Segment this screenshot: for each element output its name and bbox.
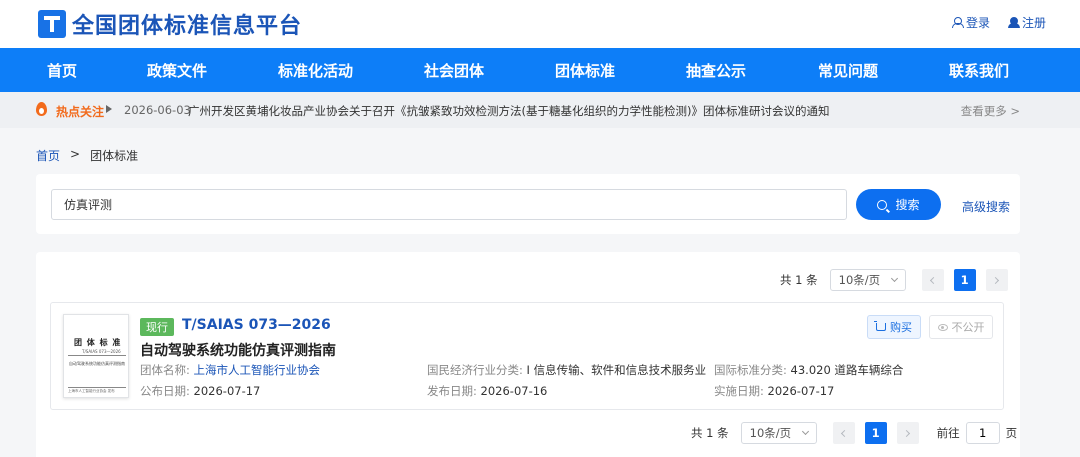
nav-item-organizations[interactable]: 社会团体 (424, 60, 484, 81)
search-button-label: 搜索 (895, 198, 920, 212)
standard-title-link[interactable]: 自动驾驶系统功能仿真评测指南 (140, 340, 336, 360)
chevron-right-icon (903, 429, 911, 437)
hot-label: 热点关注 (56, 105, 105, 119)
org-link[interactable]: 上海市人工智能行业协会 (194, 363, 321, 377)
implement-label: 实施日期: (714, 384, 768, 398)
hot-news-date: 2026-06-03 (124, 103, 191, 117)
auth-links: 登录 注册 (951, 14, 1046, 31)
register-link[interactable]: 注册 (1007, 14, 1046, 31)
view-more-link[interactable]: 查看更多 > (961, 103, 1020, 119)
search-input[interactable] (51, 189, 847, 220)
search-button[interactable]: 搜索 (856, 189, 941, 220)
buy-label: 购买 (890, 321, 912, 334)
thumb-divider (68, 387, 126, 388)
chevron-down-icon (801, 427, 809, 436)
nav-item-policy[interactable]: 政策文件 (147, 60, 207, 81)
prev-page-button[interactable] (921, 269, 944, 291)
eye-icon (937, 323, 948, 331)
bottom-pagination: 共 1 条 10条/页 1 前往 页 (691, 422, 1017, 444)
page-size-value: 10条/页 (749, 426, 792, 440)
register-label: 注册 (1021, 16, 1046, 30)
chevron-down-icon (890, 274, 898, 283)
fire-icon (36, 102, 47, 116)
advanced-search-link[interactable]: 高级搜索 (962, 198, 1010, 215)
standard-code-link[interactable]: T/SAIAS 073—2026 (182, 317, 331, 333)
next-page-button[interactable] (896, 422, 919, 444)
login-link[interactable]: 登录 (951, 14, 990, 31)
top-pagination: 共 1 条 10条/页 1 (780, 269, 1008, 291)
industry-label: 国民经济行业分类: (427, 363, 527, 377)
main-nav: 首页 政策文件 标准化活动 社会团体 团体标准 抽查公示 常见问题 联系我们 (0, 48, 1080, 92)
org-field: 团体名称: 上海市人工智能行业协会 (140, 362, 320, 378)
search-panel: 搜索 高级搜索 (36, 174, 1020, 234)
thumb-heading: 团 体 标 准 (74, 338, 122, 347)
breadcrumb-current: 团体标准 (90, 149, 139, 163)
thumb-divider (68, 355, 126, 356)
hot-news-link[interactable]: 广州开发区黄埔化妆品产业协会关于召开《抗皱紧致功效检测方法(基于糖基化组织的力学… (188, 103, 829, 119)
ics-value: 43.020 道路车辆综合 (790, 363, 904, 377)
breadcrumb-separator: > (70, 147, 81, 161)
cart-icon (874, 321, 886, 331)
user-solid-icon (1007, 17, 1020, 28)
login-label: 登录 (965, 16, 990, 30)
not-public-button: 不公开 (929, 315, 993, 339)
publish-label: 公布日期: (140, 384, 194, 398)
site-title: 全国团体标准信息平台 (72, 13, 303, 39)
results-panel: 共 1 条 10条/页 1 团 体 标 准 T/SAIAS 073—2026 自… (36, 252, 1020, 457)
ics-label: 国际标准分类: (714, 363, 791, 377)
play-arrow-icon (106, 105, 112, 113)
hot-news-bar: 热点关注 2026-06-03 广州开发区黄埔化妆品产业协会关于召开《抗皱紧致功… (0, 92, 1080, 128)
standard-cover-thumbnail[interactable]: 团 体 标 准 T/SAIAS 073—2026 自动驾驶系统功能仿真评测指南 … (63, 314, 129, 398)
goto-page: 前往 页 (936, 422, 1018, 444)
page-number-current[interactable]: 1 (953, 269, 976, 291)
status-badge: 现行 (140, 318, 174, 336)
breadcrumb-home[interactable]: 首页 (36, 147, 60, 164)
chevron-right-icon (992, 276, 1000, 284)
top-header: 全国团体标准信息平台 登录 注册 (0, 0, 1080, 48)
goto-page-input[interactable] (965, 422, 1000, 444)
page-size-select[interactable]: 10条/页 (740, 422, 817, 444)
result-card: 团 体 标 准 T/SAIAS 073—2026 自动驾驶系统功能仿真评测指南 … (50, 302, 1004, 410)
goto-label: 前往 (936, 426, 960, 440)
chevron-left-icon (841, 429, 849, 437)
page-size-select[interactable]: 10条/页 (829, 269, 906, 291)
page-size-value: 10条/页 (838, 273, 881, 287)
chevron-left-icon (930, 276, 938, 284)
implement-value: 2026-07-17 (767, 384, 835, 398)
thumb-code: T/SAIAS 073—2026 (82, 349, 121, 354)
breadcrumb: 首页 > 团体标准 (36, 147, 138, 164)
site-logo[interactable]: 全国团体标准信息平台 (38, 8, 302, 40)
prev-page-button[interactable] (832, 422, 855, 444)
search-icon (877, 199, 888, 210)
total-count: 共 1 条 (780, 273, 818, 287)
publish-value: 2026-07-17 (193, 384, 261, 398)
thumb-footer: 上海市人工智能行业协会 发布 (68, 389, 115, 393)
nav-item-faq[interactable]: 常见问题 (818, 60, 878, 81)
release-value: 2026-07-16 (480, 384, 548, 398)
goto-suffix: 页 (1005, 426, 1018, 440)
nav-item-activities[interactable]: 标准化活动 (278, 60, 353, 81)
total-count: 共 1 条 (691, 426, 729, 440)
thumb-name: 自动驾驶系统功能仿真评测指南 (69, 361, 125, 366)
logo-icon (38, 10, 66, 38)
next-page-button[interactable] (985, 269, 1008, 291)
user-outline-icon (951, 17, 964, 28)
industry-field: 国民经济行业分类: I 信息传输、软件和信息技术服务业 (427, 362, 706, 378)
publish-date-field: 公布日期: 2026-07-17 (140, 383, 260, 399)
implement-date-field: 实施日期: 2026-07-17 (714, 383, 834, 399)
not-public-label: 不公开 (951, 321, 985, 334)
nav-item-home[interactable]: 首页 (47, 60, 77, 81)
release-date-field: 发布日期: 2026-07-16 (427, 383, 547, 399)
org-label: 团体名称: (140, 363, 194, 377)
release-label: 发布日期: (427, 384, 481, 398)
nav-item-standards[interactable]: 团体标准 (555, 60, 615, 81)
ics-field: 国际标准分类: 43.020 道路车辆综合 (714, 362, 903, 378)
buy-button[interactable]: 购买 (867, 315, 921, 339)
nav-item-inspection[interactable]: 抽查公示 (686, 60, 746, 81)
page-number-current[interactable]: 1 (864, 422, 887, 444)
nav-item-contact[interactable]: 联系我们 (949, 60, 1009, 81)
industry-value: I 信息传输、软件和信息技术服务业 (526, 363, 707, 377)
